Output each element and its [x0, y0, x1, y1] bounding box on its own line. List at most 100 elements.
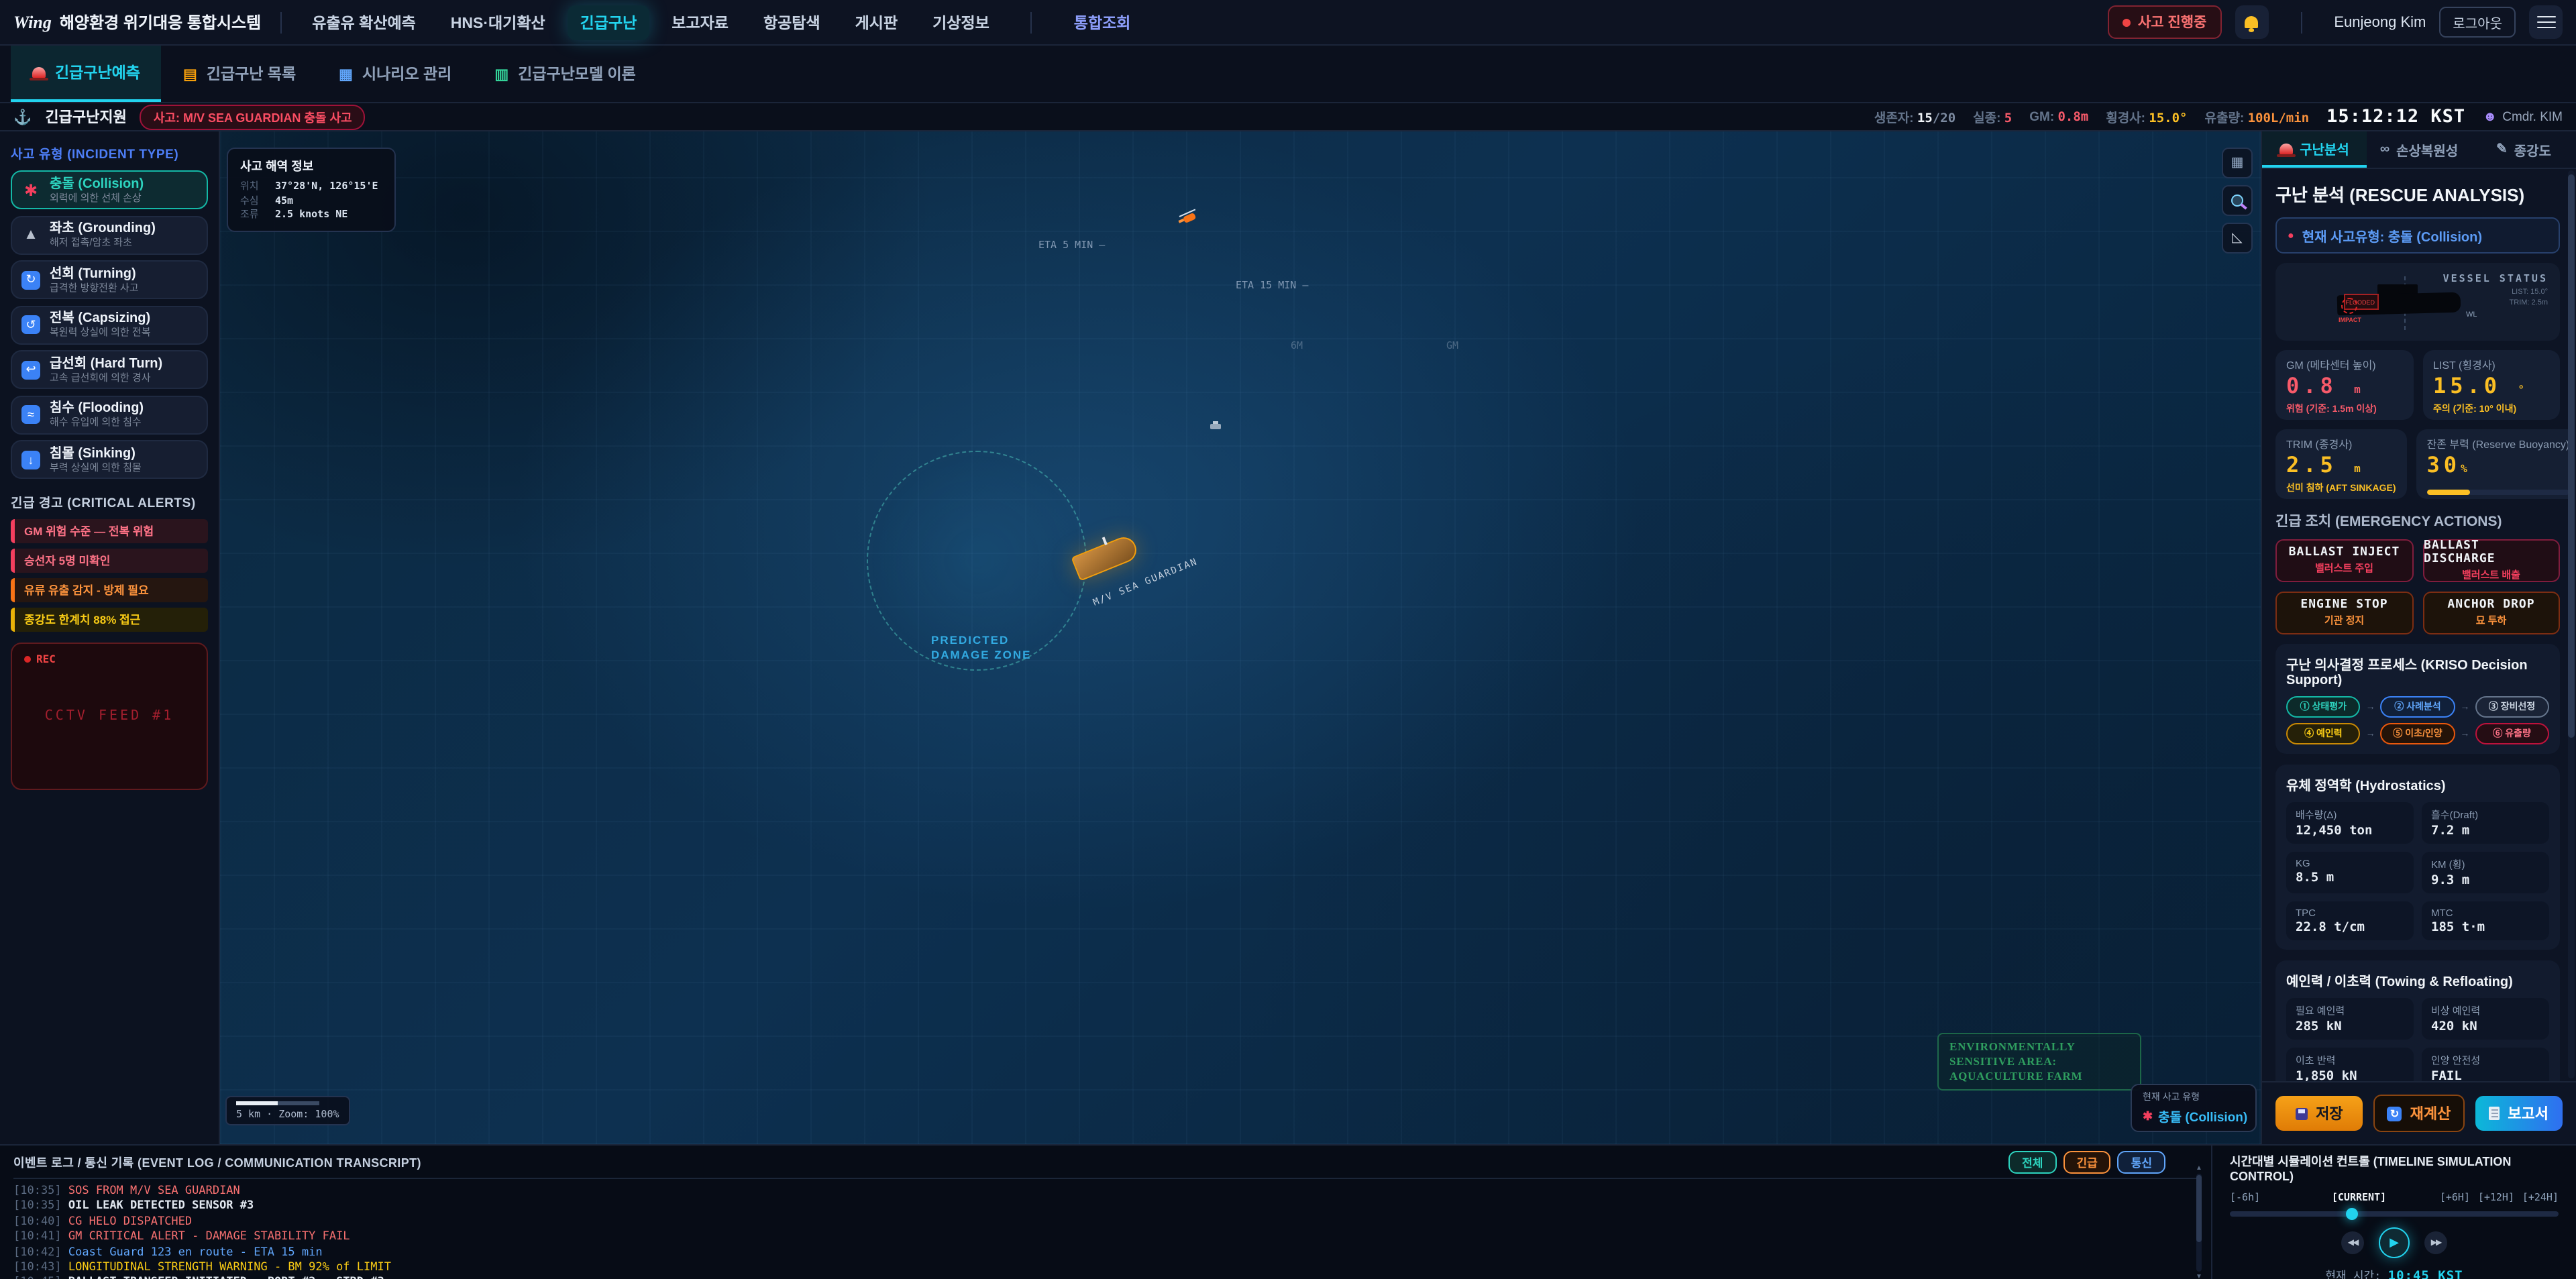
app-logo[interactable]: Wing 해양환경 위기대응 통합시스템 — [13, 11, 261, 34]
incident-type-flooding[interactable]: ≈ 침수 (Flooding)해수 유입에 의한 침수 — [11, 395, 208, 434]
hydro-displacement: 배수량(Δ)12,450 ton — [2286, 802, 2414, 844]
event-log-list[interactable]: [10:35] SOS FROM M/V SEA GUARDIAN [10:35… — [13, 1184, 2198, 1279]
logo-script: Wing — [13, 12, 52, 34]
skip-back-button[interactable]: ◀◀ — [2341, 1231, 2364, 1254]
nav-item-board[interactable]: 게시판 — [843, 5, 910, 40]
info-row-current: 조류2.5 knots NE — [240, 208, 382, 222]
nav-item-reports[interactable]: 보고자료 — [659, 5, 741, 40]
recalculate-button[interactable]: ↻ 재계산 — [2374, 1095, 2465, 1132]
map-canvas[interactable]: 사고 해역 정보 위치37°28'N, 126°15'E 수심45m 조류2.5… — [220, 131, 2261, 1144]
map-search-button[interactable] — [2222, 185, 2253, 216]
tab-rescue-analysis[interactable]: 구난분석 — [2262, 131, 2367, 168]
nav-item-aerial-search[interactable]: 항공탐색 — [751, 5, 833, 40]
emergency-actions-heading: 긴급 조치 (EMERGENCY ACTIONS) — [2275, 511, 2560, 531]
kriso-title: 구난 의사결정 프로세스 (KRISO Decision Support) — [2286, 653, 2549, 688]
buoyancy-bar — [2427, 490, 2568, 495]
metric-list-angle: 횡경사: 15.0° — [2106, 107, 2187, 126]
nav-item-hns[interactable]: HNS·대기확산 — [439, 5, 557, 40]
alert-missing-crew[interactable]: 승선자 5명 미확인 — [11, 549, 208, 572]
map-layers-button[interactable]: ▦ — [2222, 148, 2253, 178]
tab-rescue-list[interactable]: ▤ 긴급구난 목록 — [162, 46, 317, 102]
incident-type-hard-turn[interactable]: ↩ 급선회 (Hard Turn)고속 급선회에 의한 경사 — [11, 350, 208, 389]
log-scrollbar[interactable]: ▲ ▼ — [2195, 1164, 2203, 1279]
incident-type-turning[interactable]: ↻ 선회 (Turning)급격한 방향전환 사고 — [11, 260, 208, 299]
document-icon — [2489, 1107, 2500, 1120]
hydro-draft: 흘수(Draft)7.2 m — [2422, 802, 2549, 844]
nav-item-oil-spill[interactable]: 유출유 확산예측 — [300, 5, 428, 40]
tab-rescue-model-theory[interactable]: ▥ 긴급구난모델 이론 — [473, 46, 657, 102]
panel-footer: 저장 ↻ 재계산 보고서 — [2262, 1081, 2576, 1144]
ballast-inject-button[interactable]: BALLAST INJECT밸러스트 주입 — [2275, 539, 2413, 582]
collision-icon: ✱ — [21, 180, 40, 199]
tab-scenario-management[interactable]: ▦ 시나리오 관리 — [317, 46, 473, 102]
scrollbar-thumb[interactable] — [2196, 1175, 2202, 1242]
hydro-kg: KG8.5 m — [2286, 852, 2414, 893]
scrollbar-thumb[interactable] — [2568, 174, 2575, 737]
tab-rescue-forecast[interactable]: 긴급구난예측 — [11, 46, 162, 102]
skip-forward-button[interactable]: ▶▶ — [2424, 1231, 2447, 1254]
save-button[interactable]: 저장 — [2275, 1096, 2363, 1131]
hydrostatics-card: 유체 정역학 (Hydrostatics) 배수량(Δ)12,450 ton 흘… — [2275, 765, 2560, 950]
event-log-section: 이벤트 로그 / 통신 기록 (EVENT LOG / COMMUNICATIO… — [0, 1146, 2211, 1279]
scroll-down-icon[interactable]: ▼ — [2195, 1272, 2203, 1279]
step-equipment-selection[interactable]: ③ 장비선정 — [2475, 696, 2549, 718]
scroll-up-icon[interactable]: ▲ — [2195, 1164, 2203, 1172]
helicopter-marker[interactable] — [1183, 213, 1196, 223]
map-measure-button[interactable]: ◺ — [2222, 223, 2253, 254]
ballast-discharge-button[interactable]: BALLAST DISCHARGE밸러스트 배출 — [2422, 539, 2560, 582]
floppy-icon — [2296, 1107, 2308, 1119]
wave-icon: ≈ — [21, 405, 40, 424]
step-towing-force[interactable]: ④ 예인력 — [2286, 723, 2361, 744]
notifications-button[interactable] — [2235, 5, 2268, 39]
tab-damage-stability[interactable]: ∞ 손상복원성 — [2367, 131, 2471, 168]
step-outflow[interactable]: ⑥ 유출량 — [2475, 723, 2549, 744]
clipboard-icon: ▤ — [183, 65, 197, 82]
incident-type-capsizing[interactable]: ↺ 전복 (Capsizing)복원력 상실에 의한 전복 — [11, 305, 208, 344]
rock-icon: ▲ — [21, 225, 40, 244]
response-ship-marker[interactable] — [1210, 424, 1221, 429]
hydrostatics-title: 유체 정역학 (Hydrostatics) — [2286, 774, 2549, 794]
incident-type-sinking[interactable]: ↓ 침몰 (Sinking)부력 상실에 의한 침몰 — [11, 440, 208, 479]
analysis-scroll-area[interactable]: 구난 분석 (RESCUE ANALYSIS) ● 현재 사고유형: 충돌 (C… — [2262, 168, 2568, 1081]
info-row-position: 위치37°28'N, 126°15'E — [240, 180, 382, 194]
play-button[interactable]: ▶ — [2379, 1227, 2410, 1258]
log-entry: [10:43] LONGITUDINAL STRENGTH WARNING - … — [13, 1261, 2198, 1276]
step-case-analysis[interactable]: ② 사례분석 — [2381, 696, 2455, 718]
tab-longitudinal-strength[interactable]: ✎ 종강도 — [2471, 131, 2576, 168]
main-area: 사고 유형 (INCIDENT TYPE) ✱ 충돌 (Collision)외력… — [0, 131, 2576, 1144]
eta-5min-label: ETA 5 MIN — — [1038, 239, 1105, 251]
nav-item-integrated-search[interactable]: 통합조회 — [1062, 5, 1143, 40]
panel-scrollbar[interactable] — [2568, 170, 2575, 1078]
timeline-slider[interactable] — [2230, 1211, 2559, 1217]
menu-button[interactable] — [2529, 5, 2563, 39]
logout-button[interactable]: 로그아웃 — [2439, 7, 2516, 38]
pin-icon: ● — [2288, 229, 2294, 241]
vessel-status-diagram: VESSEL STATUS LIST: 15.0° TRIM: 2.5m FLO… — [2275, 263, 2560, 341]
step-refloat-salvage[interactable]: ⑤ 이초/인양 — [2381, 723, 2455, 744]
filter-all[interactable]: 전체 — [2008, 1151, 2056, 1174]
sub-tab-bar: 긴급구난예측 ▤ 긴급구난 목록 ▦ 시나리오 관리 ▥ 긴급구난모델 이론 — [0, 46, 2576, 103]
hydro-tpc: TPC22.8 t/cm — [2286, 901, 2414, 940]
filter-comms[interactable]: 통신 — [2118, 1151, 2165, 1174]
report-button[interactable]: 보고서 — [2475, 1096, 2563, 1131]
divider — [2300, 11, 2302, 33]
slider-thumb[interactable] — [2345, 1208, 2357, 1220]
log-entry: [10:45] BALLAST TRANSFER INITIATED - POR… — [13, 1276, 2198, 1279]
towing-title: 예인력 / 이초력 (Towing & Refloating) — [2286, 970, 2549, 990]
impact-label: IMPACT — [2339, 317, 2361, 323]
incident-type-collision[interactable]: ✱ 충돌 (Collision)외력에 의한 선체 손상 — [11, 170, 208, 209]
alert-oil-leak[interactable]: 유류 유출 감지 - 방제 필요 — [11, 578, 208, 602]
step-status-assessment[interactable]: ① 상태평가 — [2286, 696, 2361, 718]
engine-stop-button[interactable]: ENGINE STOP기관 정지 — [2275, 592, 2413, 634]
alert-gm-danger[interactable]: GM 위험 수준 — 전복 위험 — [11, 519, 208, 543]
emergency-towing-force: 비상 예인력420 kN — [2422, 998, 2549, 1040]
incident-area-info-popup: 사고 해역 정보 위치37°28'N, 126°15'E 수심45m 조류2.5… — [227, 148, 396, 231]
incident-type-grounding[interactable]: ▲ 좌초 (Grounding)해저 접촉/암초 좌초 — [11, 215, 208, 254]
nav-item-emergency-rescue[interactable]: 긴급구난 — [568, 5, 649, 40]
filter-emergency[interactable]: 긴급 — [2063, 1151, 2110, 1174]
nav-item-weather[interactable]: 기상정보 — [920, 5, 1002, 40]
refloat-reaction: 이초 반력1,850 kN — [2286, 1048, 2414, 1081]
app-title: 해양환경 위기대응 통합시스템 — [60, 11, 261, 34]
anchor-drop-button[interactable]: ANCHOR DROP묘 투하 — [2422, 592, 2560, 634]
alert-strength-limit[interactable]: 종강도 한계치 88% 접근 — [11, 608, 208, 631]
